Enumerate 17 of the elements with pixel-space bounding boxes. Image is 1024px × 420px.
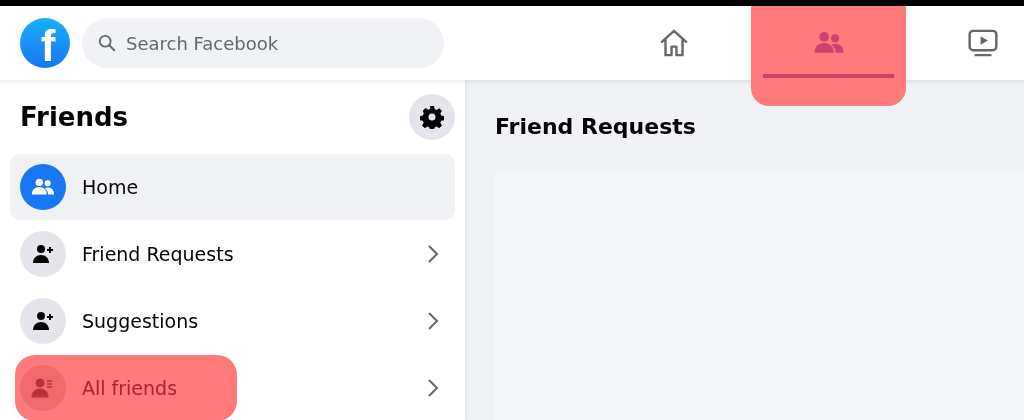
item-label: Suggestions [82, 310, 200, 332]
sidebar-item[interactable]: Suggestions [10, 288, 455, 354]
search-icon [98, 34, 116, 52]
item-label: Home [82, 176, 140, 198]
sidebar-title: Friends [20, 102, 129, 132]
section-heading: Friend Requests [495, 112, 697, 141]
settings-button[interactable] [409, 94, 455, 140]
person-add-icon [20, 231, 66, 277]
person-add-icon [20, 298, 66, 344]
item-label: All friends [82, 377, 179, 399]
sidebar-item[interactable]: Friend Requests [10, 221, 455, 287]
item-label: Friend Requests [82, 243, 235, 265]
settings-icon [420, 105, 444, 129]
sidebar-item[interactable]: Home [10, 154, 455, 220]
people-icon [20, 164, 66, 210]
search-field[interactable]: Search Facebook [82, 18, 444, 68]
person-list-icon [20, 365, 66, 411]
